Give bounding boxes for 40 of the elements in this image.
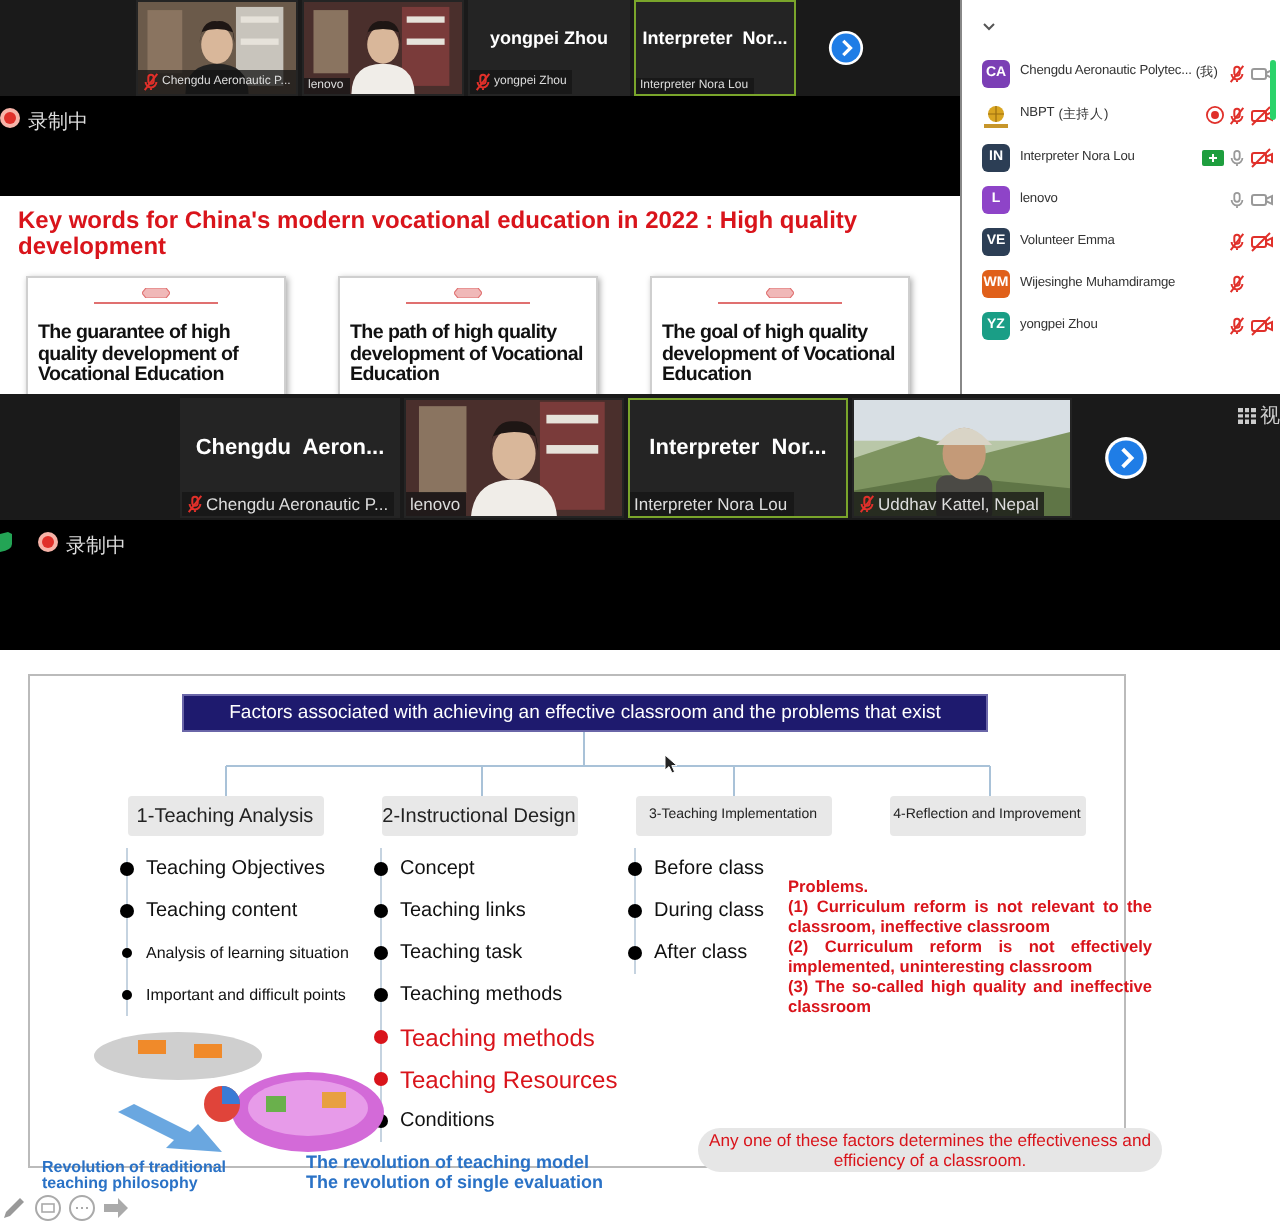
video-tile[interactable]: Uddhav Kattel, Nepal	[852, 397, 1072, 517]
list-item: Teaching Resources	[400, 1065, 618, 1093]
list-item: Important and difficult points	[146, 986, 346, 1004]
name-label: Interpreter Nora Lou	[634, 493, 788, 513]
video-tile[interactable]: Interpreter Nor... Interpreter Nora Lou	[628, 397, 848, 517]
list-item: Teaching links	[400, 900, 526, 922]
name-label: lenovo	[410, 493, 461, 513]
note-text: Any one of these factors determines the effectiveness and efficiency of a classroom.	[698, 1128, 1162, 1172]
participant-name: Interpreter Nor...	[649, 435, 827, 459]
list-item: Before class	[654, 858, 765, 880]
slide-title: Factors associated with achieving an effective classroom and the problems that exist	[182, 694, 988, 732]
participant-name: Chengdu Aeron...	[195, 435, 385, 459]
problems-text: Problems. (1) Curriculum reform is not relevant to the classroom, ineffective classroom (2) Curriculum reform is not effectively implemented, uninteresting classroom (3) The so-called high quality and ineffective classroom	[788, 876, 1152, 1016]
list-item: Teaching Objectives	[146, 858, 325, 880]
list-item: Teaching content	[146, 900, 298, 922]
card-text: The path of high quality development of Vocational Education	[350, 324, 585, 387]
list-item: Concept	[400, 858, 475, 880]
list-item: Conditions	[400, 1110, 495, 1132]
recording-label: 录制中	[66, 533, 126, 560]
list-item: During class	[654, 900, 765, 922]
participant-name: Interpreter Nor...	[642, 28, 788, 48]
name-label: Chengdu Aeronautic P...	[206, 493, 389, 513]
slide-title: Key words for China's modern vocational education in 2022 : High quality development	[18, 208, 860, 260]
column-heading: 1-Teaching Analysis	[127, 796, 323, 836]
list-item: Analysis of learning situation	[146, 944, 349, 962]
view-label[interactable]: 视	[1260, 402, 1280, 430]
caption-text: The revolution of teaching model The revolution of single evaluation	[306, 1152, 604, 1192]
name-label: Uddhav Kattel, Nepal	[878, 493, 1039, 513]
video-tile[interactable]: Chengdu Aeron... Chengdu Aeronautic P...	[180, 397, 400, 517]
card-text: The goal of high quality development of Vocational Education	[662, 324, 897, 387]
participant-name: yongpei Zhou	[490, 28, 608, 48]
list-item: Teaching methods	[400, 984, 563, 1006]
caption-text: Revolution of traditional teaching philosophy	[42, 1160, 228, 1192]
video-tile[interactable]: lenovo	[404, 397, 624, 517]
list-item: Teaching task	[400, 942, 523, 964]
column-heading: 2-Instructional Design	[381, 796, 577, 836]
card-text: The guarantee of high quality development of Vocational Education	[38, 324, 241, 387]
list-item: Teaching methods	[400, 1023, 595, 1051]
list-item: After class	[654, 942, 748, 964]
recording-label: 录制中	[28, 109, 88, 136]
